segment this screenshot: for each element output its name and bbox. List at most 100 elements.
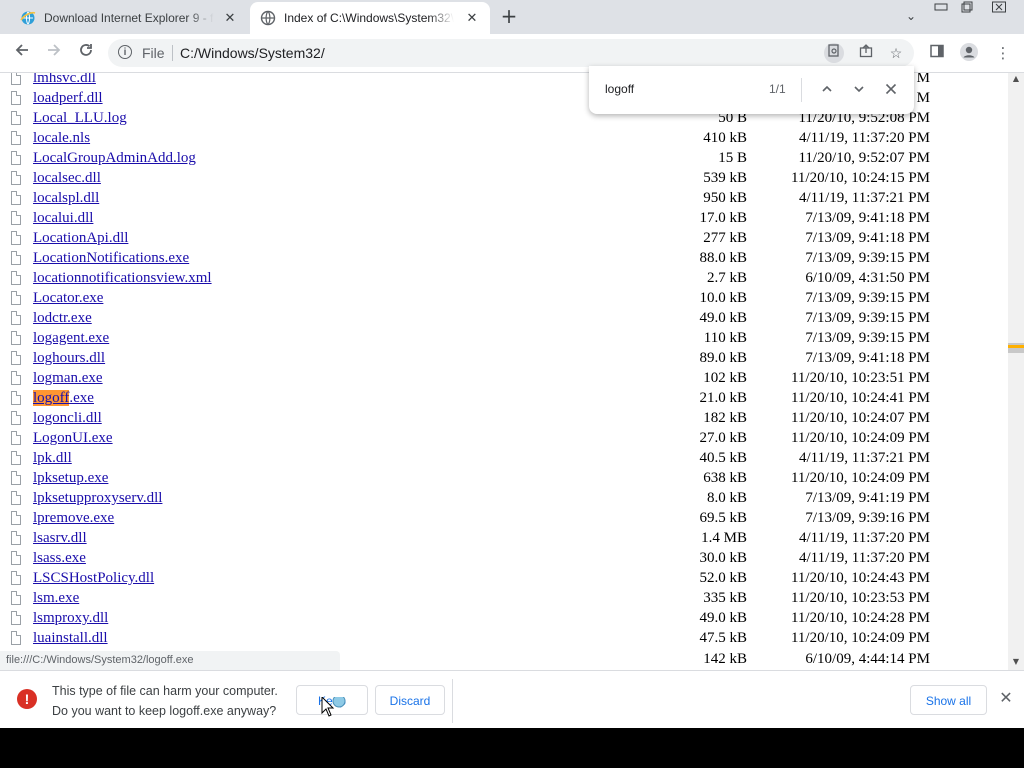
status-bubble: file:///C:/Windows/System32/logoff.exe <box>0 651 340 670</box>
chevron-up-icon[interactable] <box>817 80 837 100</box>
tab-index-system32[interactable]: Index of C:\Windows\System32\ ✕ <box>250 2 490 34</box>
table-row: logagent.exe 110 kB 7/13/09, 9:39:15 PM <box>0 330 1008 350</box>
side-panel-icon[interactable] <box>926 42 948 64</box>
table-row: loghours.dll 89.0 kB 7/13/09, 9:41:18 PM <box>0 350 1008 370</box>
address-bar[interactable]: i File C:/Windows/System32/ ☆ <box>108 39 914 67</box>
forward-arrow-icon[interactable] <box>40 40 68 66</box>
url-text[interactable]: C:/Windows/System32/ <box>180 45 325 61</box>
file-link[interactable]: lpksetupproxyserv.dll <box>33 490 162 507</box>
file-link[interactable]: lodctr.exe <box>33 310 92 327</box>
download-shelf: ! This type of file can harm your comput… <box>0 670 1024 729</box>
file-link[interactable]: loghours.dll <box>33 350 105 367</box>
file-link[interactable]: lsmproxy.dll <box>33 610 108 627</box>
tab-download-ie9[interactable]: Download Internet Explorer 9 - fr ✕ <box>8 2 248 34</box>
file-link[interactable]: localsec.dll <box>33 170 101 187</box>
divider <box>452 679 453 723</box>
find-input[interactable]: logoff <box>605 82 634 96</box>
file-date: M <box>916 73 930 86</box>
file-date: 4/11/19, 11:37:21 PM <box>799 450 930 466</box>
file-size: 27.0 kB <box>699 430 747 446</box>
file-date: 7/13/09, 9:39:15 PM <box>805 330 930 346</box>
window-close-button[interactable] <box>984 0 1014 18</box>
file-link[interactable]: lmhsvc.dll <box>33 73 96 87</box>
discard-button[interactable]: Discard <box>375 685 445 715</box>
file-link[interactable]: luainstall.dll <box>33 630 108 647</box>
share-icon[interactable] <box>856 43 876 63</box>
file-link[interactable]: logman.exe <box>33 370 103 387</box>
file-date: 11/20/10, 10:24:09 PM <box>790 630 930 646</box>
profile-avatar-icon[interactable] <box>958 42 980 64</box>
file-date: 11/20/10, 10:24:07 PM <box>790 410 930 426</box>
info-icon[interactable]: i <box>118 45 132 59</box>
download-warning-line2: Do you want to keep logoff.exe anyway? <box>52 704 277 718</box>
file-date: 4/11/19, 11:37:20 PM <box>799 530 930 546</box>
table-row: locationnotificationsview.xml 2.7 kB 6/10/… <box>0 270 1008 290</box>
file-link[interactable]: locationnotificationsview.xml <box>33 270 212 287</box>
restore-button[interactable] <box>952 0 982 18</box>
close-icon[interactable]: ✕ <box>464 10 480 26</box>
file-link[interactable]: lpk.dll <box>33 450 72 467</box>
file-link[interactable]: Local_LLU.log <box>33 110 127 127</box>
file-size: 110 kB <box>703 330 747 346</box>
file-link[interactable]: LocalGroupAdminAdd.log <box>33 150 196 167</box>
close-icon[interactable] <box>881 80 901 100</box>
close-icon[interactable]: ✕ <box>222 10 238 26</box>
close-icon[interactable]: ✕ <box>996 689 1016 709</box>
file-icon <box>11 371 21 385</box>
file-size: 47.5 kB <box>699 630 747 646</box>
file-link[interactable]: lsass.exe <box>33 550 86 567</box>
divider <box>172 45 173 61</box>
scroll-up-icon[interactable]: ▲ <box>1012 75 1020 83</box>
find-zoom-icon[interactable] <box>824 43 844 63</box>
table-row: logoncli.dll 182 kB 11/20/10, 10:24:07 PM <box>0 410 1008 430</box>
ie-globe-icon <box>20 10 36 26</box>
file-link[interactable]: localui.dll <box>33 210 93 227</box>
file-date: 4/11/19, 11:37:20 PM <box>799 550 930 566</box>
file-icon <box>11 351 21 365</box>
file-size: 8.0 kB <box>706 490 747 506</box>
vertical-scrollbar[interactable]: ▲ ▼ <box>1008 73 1024 670</box>
file-date: 11/20/10, 10:23:51 PM <box>790 370 930 386</box>
file-link[interactable]: lsm.exe <box>33 590 79 607</box>
table-row: LocationNotifications.exe 88.0 kB 7/13/09,… <box>0 250 1008 270</box>
file-link[interactable]: lsasrv.dll <box>33 530 87 547</box>
file-link[interactable]: logagent.exe <box>33 330 109 347</box>
file-link[interactable]: loadperf.dll <box>33 90 103 107</box>
file-icon <box>11 191 21 205</box>
tab-search-icon[interactable]: ⌄ <box>896 8 926 26</box>
chevron-down-icon[interactable] <box>849 80 869 100</box>
file-link[interactable]: LocationApi.dll <box>33 230 128 247</box>
file-size: 638 kB <box>703 470 747 486</box>
file-link[interactable]: locale.nls <box>33 130 90 147</box>
file-link[interactable]: LSCSHostPolicy.dll <box>33 570 154 587</box>
file-link[interactable]: logoff.exe <box>33 390 94 407</box>
table-row: locale.nls 410 kB 4/11/19, 11:37:20 PM <box>0 130 1008 150</box>
back-arrow-icon[interactable] <box>8 40 36 66</box>
file-link[interactable]: LogonUI.exe <box>33 430 113 447</box>
file-icon <box>11 611 21 625</box>
file-date: 6/10/09, 4:31:50 PM <box>805 270 930 286</box>
file-link[interactable]: localspl.dll <box>33 190 99 207</box>
bookmark-star-icon[interactable]: ☆ <box>886 43 906 63</box>
file-date: 11/20/10, 9:52:07 PM <box>798 150 930 166</box>
menu-kebab-icon[interactable]: ⋮ <box>992 42 1014 64</box>
file-link[interactable]: lpremove.exe <box>33 510 114 527</box>
file-icon <box>11 131 21 145</box>
file-link[interactable]: logoncli.dll <box>33 410 102 427</box>
scroll-down-icon[interactable]: ▼ <box>1012 658 1020 666</box>
file-date: 7/13/09, 9:41:18 PM <box>805 350 930 366</box>
file-link-rest: .exe <box>69 390 94 406</box>
file-link[interactable]: lpksetup.exe <box>33 470 108 487</box>
file-size: 49.0 kB <box>699 310 747 326</box>
table-row: localui.dll 17.0 kB 7/13/09, 9:41:18 PM <box>0 210 1008 230</box>
file-link[interactable]: LocationNotifications.exe <box>33 250 189 267</box>
file-link[interactable]: Locator.exe <box>33 290 103 307</box>
file-icon <box>11 251 21 265</box>
reload-icon[interactable] <box>72 40 100 66</box>
table-row: lodctr.exe 49.0 kB 7/13/09, 9:39:15 PM <box>0 310 1008 330</box>
file-icon <box>11 571 21 585</box>
file-icon <box>11 211 21 225</box>
show-all-button[interactable]: Show all <box>910 685 987 715</box>
file-date: 11/20/10, 10:24:09 PM <box>790 430 930 446</box>
new-tab-button[interactable]: + <box>498 6 520 28</box>
